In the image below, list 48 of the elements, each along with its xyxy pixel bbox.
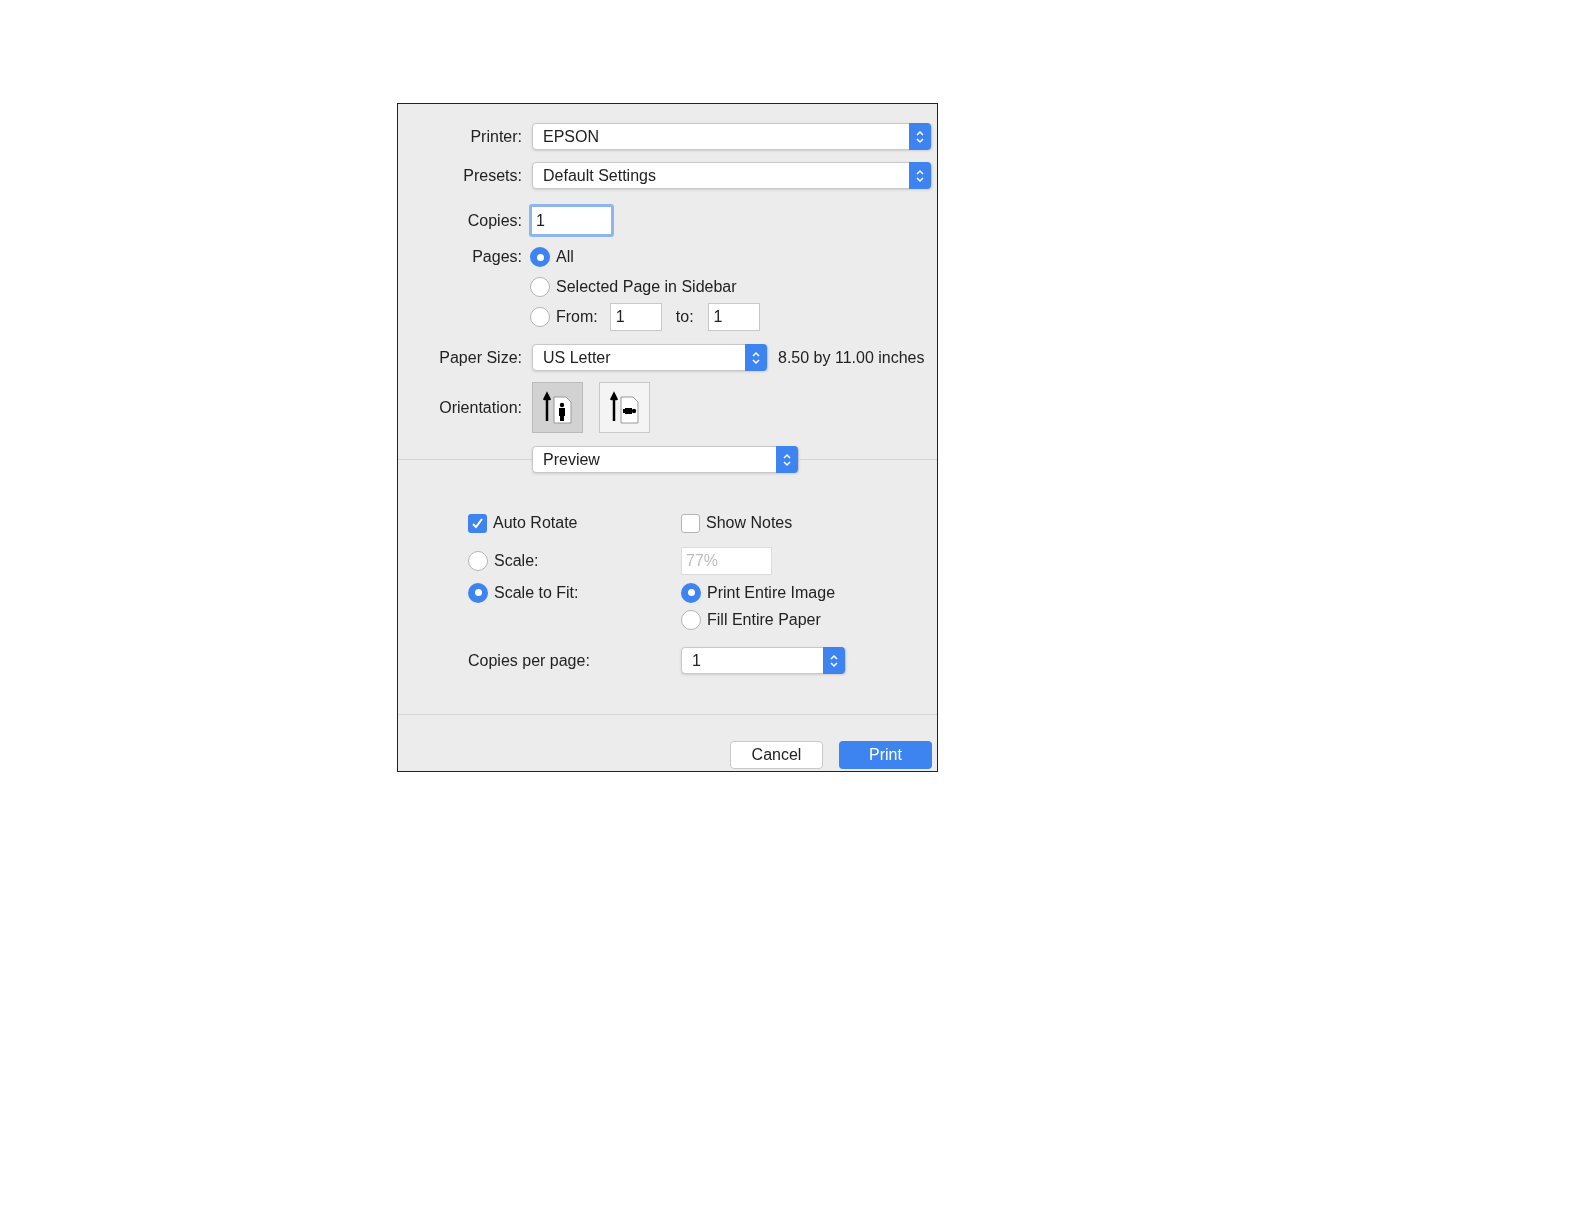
radio-button[interactable] [530, 277, 550, 297]
paper-dimensions: 8.50 by 11.00 inches [778, 347, 925, 368]
option-label: Print Entire Image [707, 582, 836, 603]
radio-button[interactable] [530, 307, 550, 327]
radio-button[interactable] [530, 247, 550, 267]
field-label: Pages: [471, 247, 523, 267]
option-label: Scale: [494, 551, 539, 571]
paper-size-popup[interactable]: US Letter [532, 344, 768, 371]
field-label: Copies: [466, 210, 523, 231]
landscape-page-icon [607, 390, 642, 425]
field-label: Paper Size: [438, 347, 523, 368]
option-label: Selected Page in Sidebar [556, 277, 737, 297]
field-label: Orientation: [438, 397, 523, 418]
portrait-page-icon [540, 390, 575, 425]
field-label: Copies per page: [468, 650, 591, 671]
stepper-icon [823, 647, 845, 674]
option-label: Fill Entire Paper [707, 609, 821, 630]
radio-button[interactable] [468, 582, 488, 603]
from-field[interactable]: 1 [609, 303, 662, 331]
option-label: Auto Rotate [493, 513, 578, 533]
option-label: Show Notes [706, 513, 793, 533]
stepper-icon [909, 123, 931, 150]
field-label: Printer: [469, 126, 523, 147]
scale-field: 77% [681, 547, 772, 575]
printer-popup[interactable]: EPSON [532, 123, 932, 150]
print-button[interactable]: Print [839, 741, 932, 769]
section-popup[interactable]: Preview [532, 446, 799, 473]
to-field[interactable]: 1 [707, 303, 760, 331]
checkbox[interactable] [681, 513, 700, 533]
stepper-icon [909, 162, 931, 189]
option-label: to: [675, 307, 694, 327]
option-label: Scale to Fit: [494, 582, 579, 603]
radio-button[interactable] [681, 582, 701, 603]
portrait-orientation-button[interactable] [532, 382, 583, 433]
checkmark-icon [471, 516, 484, 530]
stepper-icon [745, 344, 767, 371]
radio-button[interactable] [468, 551, 488, 571]
checkbox[interactable] [468, 513, 487, 533]
presets-popup[interactable]: Default Settings [532, 162, 932, 189]
option-label: All [556, 247, 574, 267]
copies-field[interactable]: 1 [529, 204, 614, 237]
copies-per-page-popup[interactable]: 1 [681, 647, 846, 674]
landscape-orientation-button[interactable] [599, 382, 650, 433]
cancel-button[interactable]: Cancel [730, 741, 823, 769]
stepper-icon [776, 446, 798, 473]
option-label: From: [556, 307, 598, 327]
field-label: Presets: [462, 165, 523, 186]
radio-button[interactable] [681, 609, 701, 630]
